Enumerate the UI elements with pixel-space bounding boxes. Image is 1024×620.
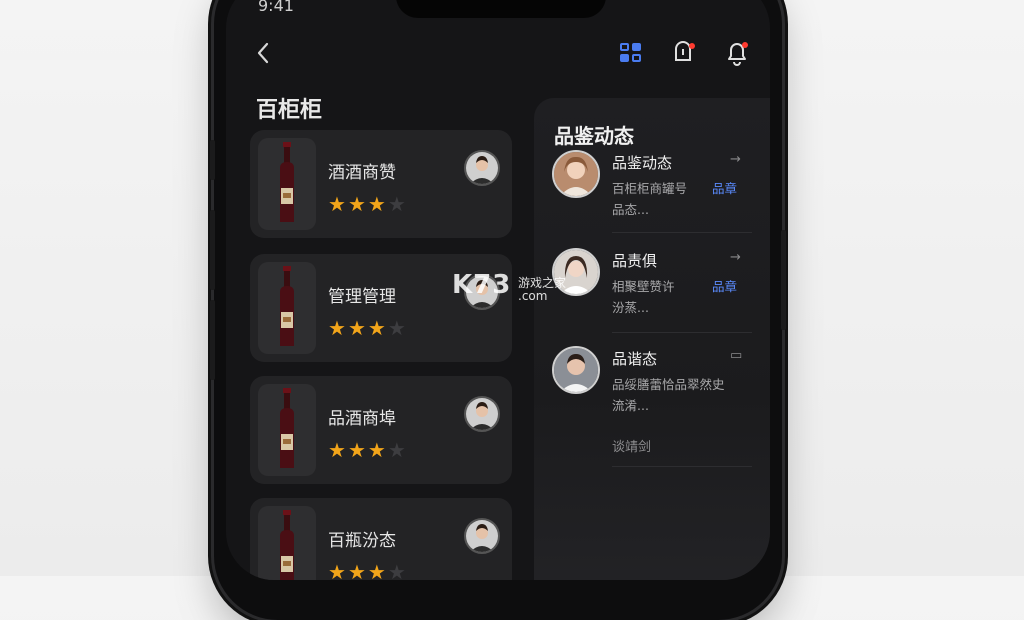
- feed-tag[interactable]: 品章: [712, 178, 737, 197]
- wine-name: 百瓶汾态: [328, 531, 396, 551]
- side-button: [210, 140, 215, 180]
- volume-down-button: [210, 300, 215, 380]
- power-button: [781, 230, 786, 330]
- wine-name: 管理管理: [328, 287, 396, 307]
- feed-text: 相聚壁赞许 汾蒸...: [612, 279, 675, 315]
- star-rating: ★★★★: [328, 560, 408, 580]
- divider: [612, 232, 752, 233]
- wine-name: 品酒商埠: [328, 409, 396, 429]
- list-title: 百柜柜: [256, 98, 323, 123]
- translate-button[interactable]: [616, 38, 646, 68]
- wine-bottle-icon: [280, 266, 294, 346]
- feed-item[interactable]: 品鉴动态 → 百柜柜商罐号 品态... 品章: [552, 150, 750, 230]
- wine-bottle-icon: [280, 510, 294, 580]
- feed-tag[interactable]: 品章: [712, 276, 737, 295]
- wine-thumbnail: [258, 138, 316, 230]
- star-filled-icon: ★: [328, 316, 348, 340]
- status-time: 9:41: [258, 0, 294, 15]
- star-rating: ★★★★: [328, 316, 408, 340]
- avatar[interactable]: [464, 150, 500, 186]
- translate-icon: [620, 43, 641, 62]
- wine-bottle-icon: [280, 388, 294, 468]
- volume-up-button: [210, 210, 215, 290]
- wine-bottle-icon: [280, 142, 294, 222]
- star-filled-icon: ★: [328, 560, 348, 580]
- star-filled-icon: ★: [367, 192, 388, 216]
- star-rating: ★★★★: [328, 192, 408, 216]
- star-empty-icon: ★: [387, 438, 408, 462]
- star-filled-icon: ★: [367, 438, 388, 462]
- wine-name: 酒酒商赞: [328, 163, 396, 183]
- panel-title: 品鉴动态: [554, 124, 634, 148]
- star-empty-icon: ★: [387, 192, 408, 216]
- star-rating: ★★★★: [328, 438, 408, 462]
- avatar: [552, 346, 600, 394]
- wine-card[interactable]: 品酒商埠 ★★★★: [250, 376, 512, 484]
- feed-name: 品责俱: [612, 252, 658, 270]
- divider: [612, 466, 752, 467]
- feed-text: 百柜柜商罐号 品态...: [612, 181, 688, 217]
- feed-name: 品谐态: [612, 350, 658, 368]
- tasting-feed-panel: 品鉴动态 品鉴动态 → 百柜柜商罐号 品态... 品章 品责俱 → 相聚壁赞许 汾蒸…: [534, 98, 770, 580]
- star-filled-icon: ★: [328, 438, 348, 462]
- wine-card[interactable]: 酒酒商赞 ★★★★: [250, 130, 512, 238]
- feed-text: 品绥膳蕾恰品翠然史 流淆...: [612, 377, 725, 413]
- tag-icon: ▭: [730, 348, 743, 363]
- message-badge: [689, 43, 695, 49]
- feed-name: 品鉴动态: [612, 154, 673, 172]
- wine-thumbnail: [258, 262, 316, 354]
- star-filled-icon: ★: [367, 316, 388, 340]
- feed-item[interactable]: 品谐态 ▭ 品绥膳蕾恰品翠然史 流淆...: [552, 346, 750, 426]
- wine-thumbnail: [258, 384, 316, 476]
- avatar[interactable]: [464, 518, 500, 554]
- star-empty-icon: ★: [387, 316, 408, 340]
- notch: [396, 0, 606, 18]
- feed-footer[interactable]: 谈靖剑: [612, 436, 651, 455]
- star-filled-icon: ★: [347, 192, 368, 216]
- watermark-brand: K73: [452, 270, 512, 300]
- star-filled-icon: ★: [367, 560, 388, 580]
- star-filled-icon: ★: [328, 192, 348, 216]
- watermark: K73 游戏之家 .com: [452, 270, 566, 303]
- avatar[interactable]: [464, 396, 500, 432]
- bell-badge: [742, 42, 748, 48]
- back-button[interactable]: [248, 38, 278, 68]
- star-empty-icon: ★: [387, 560, 408, 580]
- wine-card[interactable]: 百瓶汾态 ★★★★: [250, 498, 512, 580]
- avatar: [552, 150, 600, 198]
- bell-button[interactable]: [722, 38, 752, 68]
- message-button[interactable]: [668, 38, 698, 68]
- arrow-icon: →: [730, 152, 741, 167]
- divider: [612, 332, 752, 333]
- feed-item[interactable]: 品责俱 → 相聚壁赞许 汾蒸... 品章: [552, 248, 750, 328]
- star-filled-icon: ★: [347, 560, 368, 580]
- chevron-left-icon: [257, 42, 269, 64]
- wine-thumbnail: [258, 506, 316, 580]
- star-filled-icon: ★: [347, 438, 368, 462]
- arrow-icon: →: [730, 250, 741, 265]
- star-filled-icon: ★: [347, 316, 368, 340]
- watermark-line2: .com: [518, 289, 548, 303]
